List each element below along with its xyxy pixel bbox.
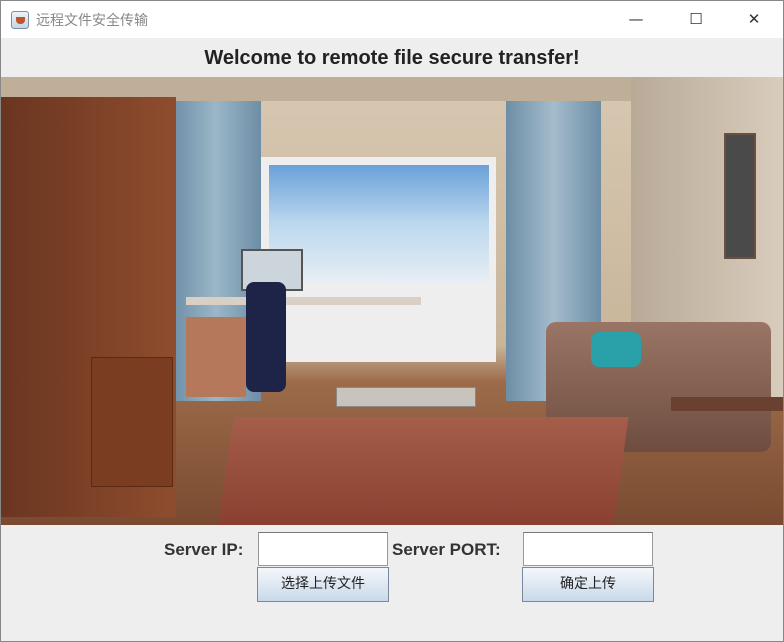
server-port-label: Server PORT: xyxy=(392,540,501,559)
close-button[interactable]: ✕ xyxy=(729,1,779,38)
room-background-image xyxy=(1,77,783,525)
server-ip-input[interactable] xyxy=(258,532,388,566)
title-bar: 远程文件安全传输 — ☐ ✕ xyxy=(1,1,783,38)
java-app-icon xyxy=(11,11,29,29)
server-ip-label: Server IP: xyxy=(164,540,244,559)
confirm-upload-button[interactable]: 确定上传 xyxy=(522,567,654,602)
server-port-input[interactable] xyxy=(523,532,653,566)
welcome-heading: Welcome to remote file secure transfer! xyxy=(204,47,580,69)
choose-file-button[interactable]: 选择上传文件 xyxy=(257,567,389,602)
maximize-button[interactable]: ☐ xyxy=(671,1,721,38)
minimize-button[interactable]: — xyxy=(611,1,661,38)
window-title: 远程文件安全传输 xyxy=(36,13,148,29)
